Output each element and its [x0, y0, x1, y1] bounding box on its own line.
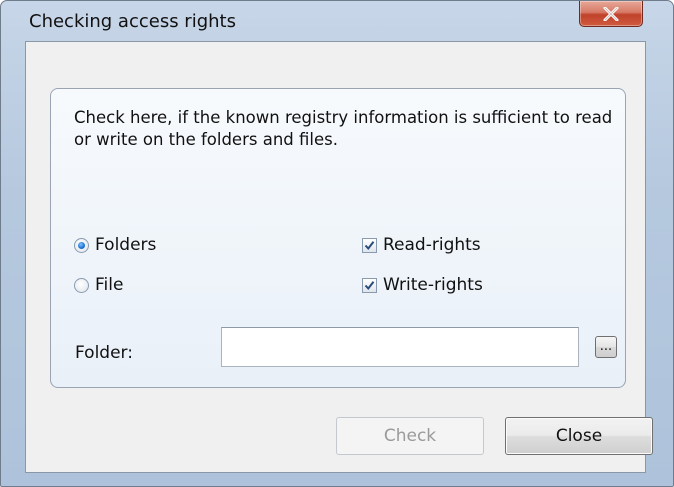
checkbox-read-rights[interactable]: Read-rights	[362, 235, 481, 255]
radio-folders[interactable]: Folders	[74, 235, 156, 255]
checkmark-icon	[364, 280, 375, 290]
dialog-window: Checking access rights Check here, if th…	[0, 0, 674, 487]
window-title: Checking access rights	[29, 11, 236, 32]
title-bar[interactable]: Checking access rights	[1, 1, 673, 39]
browse-folder-button[interactable]: ...	[595, 336, 617, 358]
write-rights-label: Write-rights	[383, 275, 483, 295]
dialog-client-area: Check here, if the known registry inform…	[25, 41, 653, 473]
radio-file-label: File	[95, 275, 124, 295]
checkmark-icon	[364, 240, 375, 250]
close-button[interactable]: Close	[505, 417, 653, 455]
description-text: Check here, if the known registry inform…	[74, 108, 613, 149]
window-close-button[interactable]	[579, 1, 643, 27]
folder-path-input[interactable]	[221, 327, 579, 367]
radio-button-unselected[interactable]	[74, 277, 89, 293]
checkbox-checked[interactable]	[362, 277, 377, 293]
radio-file[interactable]: File	[74, 275, 123, 295]
checkbox-write-rights[interactable]: Write-rights	[362, 275, 483, 295]
radio-button-selected[interactable]	[74, 237, 89, 253]
check-button[interactable]: Check	[336, 417, 484, 455]
read-rights-label: Read-rights	[383, 235, 481, 255]
options-group: Check here, if the known registry inform…	[50, 88, 626, 388]
checkbox-checked[interactable]	[362, 237, 377, 253]
close-x-icon	[603, 6, 619, 21]
radio-folders-label: Folders	[95, 235, 157, 255]
folder-label: Folder:	[75, 343, 133, 363]
